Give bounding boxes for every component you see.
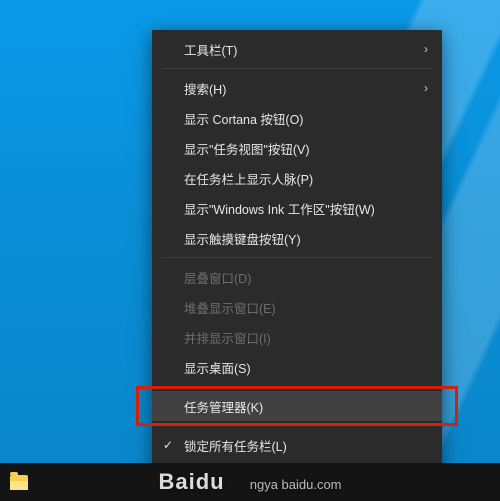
menu-item-label: 在任务栏上显示人脉(P) [184, 169, 313, 188]
menu-item[interactable]: 在任务栏上显示人脉(P) [152, 163, 442, 193]
menu-item-label: 并排显示窗口(I) [184, 328, 271, 347]
menu-item-label: 工具栏(T) [184, 40, 237, 59]
menu-item-label: 层叠窗口(D) [184, 268, 251, 287]
taskbar-left [0, 475, 28, 490]
menu-item[interactable]: 显示"任务视图"按钮(V) [152, 133, 442, 163]
menu-separator [162, 68, 432, 69]
desktop[interactable]: 工具栏(T) › 搜索(H) › 显示 Cortana 按钮(O) 显示"任务视图"按钮(… [0, 0, 500, 501]
menu-item[interactable]: 搜索(H) › [152, 73, 442, 103]
taskbar[interactable] [0, 463, 500, 501]
menu-item[interactable]: 显示触摸键盘按钮(Y) [152, 223, 442, 253]
menu-item-label: 堆叠显示窗口(E) [184, 298, 276, 317]
menu-item-label: 锁定所有任务栏(L) [184, 436, 287, 455]
menu-item[interactable]: 任务管理器(K) [152, 391, 442, 421]
menu-item-label: 搜索(H) [184, 79, 226, 98]
menu-item: 堆叠显示窗口(E) [152, 292, 442, 322]
menu-separator [162, 386, 432, 387]
menu-separator [162, 425, 432, 426]
check-icon: ✓ [163, 438, 173, 452]
menu-item[interactable]: 显示 Cortana 按钮(O) [152, 103, 442, 133]
chevron-right-icon: › [424, 42, 428, 56]
menu-item-label: 显示 Cortana 按钮(O) [184, 109, 303, 128]
menu-item[interactable]: 工具栏(T) › [152, 34, 442, 64]
menu-item: 并排显示窗口(I) [152, 322, 442, 352]
menu-separator [162, 257, 432, 258]
file-explorer-icon[interactable] [10, 475, 28, 490]
menu-item-label: 显示"任务视图"按钮(V) [184, 139, 310, 158]
menu-item[interactable]: 显示桌面(S) [152, 352, 442, 382]
menu-item[interactable]: ✓ 锁定所有任务栏(L) [152, 430, 442, 460]
taskbar-context-menu: 工具栏(T) › 搜索(H) › 显示 Cortana 按钮(O) 显示"任务视图"按钮(… [152, 30, 442, 494]
menu-item-label: 显示"Windows Ink 工作区"按钮(W) [184, 199, 375, 218]
menu-item-label: 显示触摸键盘按钮(Y) [184, 229, 301, 248]
chevron-right-icon: › [424, 81, 428, 95]
menu-item[interactable]: 显示"Windows Ink 工作区"按钮(W) [152, 193, 442, 223]
menu-item-label: 显示桌面(S) [184, 358, 251, 377]
menu-item: 层叠窗口(D) [152, 262, 442, 292]
menu-item-label: 任务管理器(K) [184, 397, 263, 416]
